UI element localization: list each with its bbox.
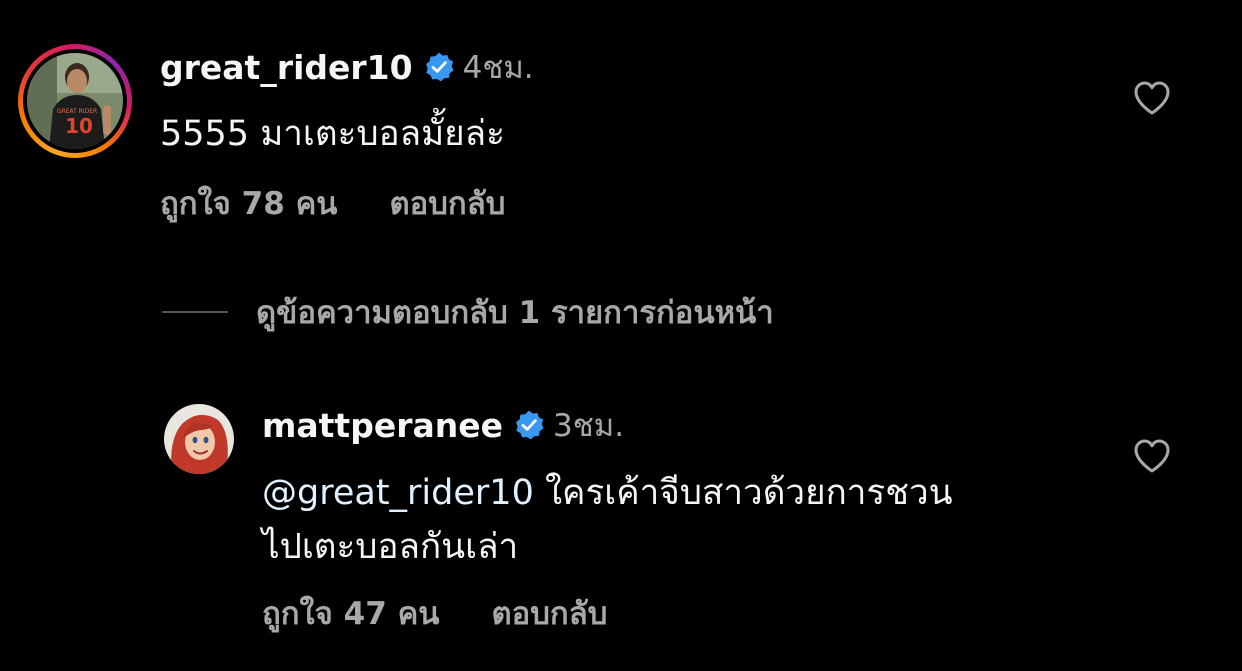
comment-text: 5555 มาเตะบอลมั้ยล่ะ (160, 114, 505, 154)
comment-actions: ถูกใจ 47 คน ตอบกลับ (262, 590, 607, 636)
avatar-jersey-number: 10 (65, 114, 93, 138)
comment-header: mattperanee 3ชม. (262, 402, 624, 448)
comment-text-line1: ใครเค้าจีบสาวด้วยการชวน (533, 473, 953, 513)
verified-badge-icon (516, 410, 544, 440)
comment-time: 3ชม. (553, 408, 625, 444)
view-previous-replies[interactable]: ดูข้อความตอบกลับ 1 รายการก่อนหน้า (162, 290, 774, 334)
comment-time: 4ชม. (462, 50, 534, 86)
heart-outline-icon[interactable] (1132, 436, 1172, 476)
verified-badge-icon (425, 52, 454, 82)
mention-link[interactable]: @great_rider10 (262, 473, 534, 513)
heart-outline-icon[interactable] (1132, 78, 1172, 118)
story-ring-gap: GREAT RIDER 10 (23, 49, 127, 153)
username[interactable]: great_rider10 (160, 48, 413, 87)
avatar-mattperanee[interactable] (164, 404, 234, 474)
comment-actions: ถูกใจ 78 คน ตอบกลับ (160, 180, 505, 226)
likes-count[interactable]: ถูกใจ 78 คน (160, 178, 338, 228)
likes-count[interactable]: ถูกใจ 47 คน (262, 588, 440, 638)
avatar-image: GREAT RIDER 10 (27, 53, 123, 149)
view-previous-replies-label: ดูข้อความตอบกลับ 1 รายการก่อนหน้า (256, 295, 774, 331)
reply-button[interactable]: ตอบกลับ (492, 588, 608, 638)
divider-line (162, 311, 228, 313)
story-ring[interactable]: GREAT RIDER 10 (18, 44, 132, 158)
comment-text-line2: ไปเตะบอลกันเล่า (262, 527, 519, 567)
comment-text: @great_rider10 ใครเค้าจีบสาวด้วยการชวน ไ… (262, 466, 1062, 574)
avatar-great-rider10[interactable]: GREAT RIDER 10 (27, 53, 123, 149)
username[interactable]: mattperanee (262, 406, 503, 445)
comment-header: great_rider10 4ชม. (160, 44, 534, 90)
reply-button[interactable]: ตอบกลับ (390, 178, 506, 228)
avatar-image (164, 404, 234, 474)
